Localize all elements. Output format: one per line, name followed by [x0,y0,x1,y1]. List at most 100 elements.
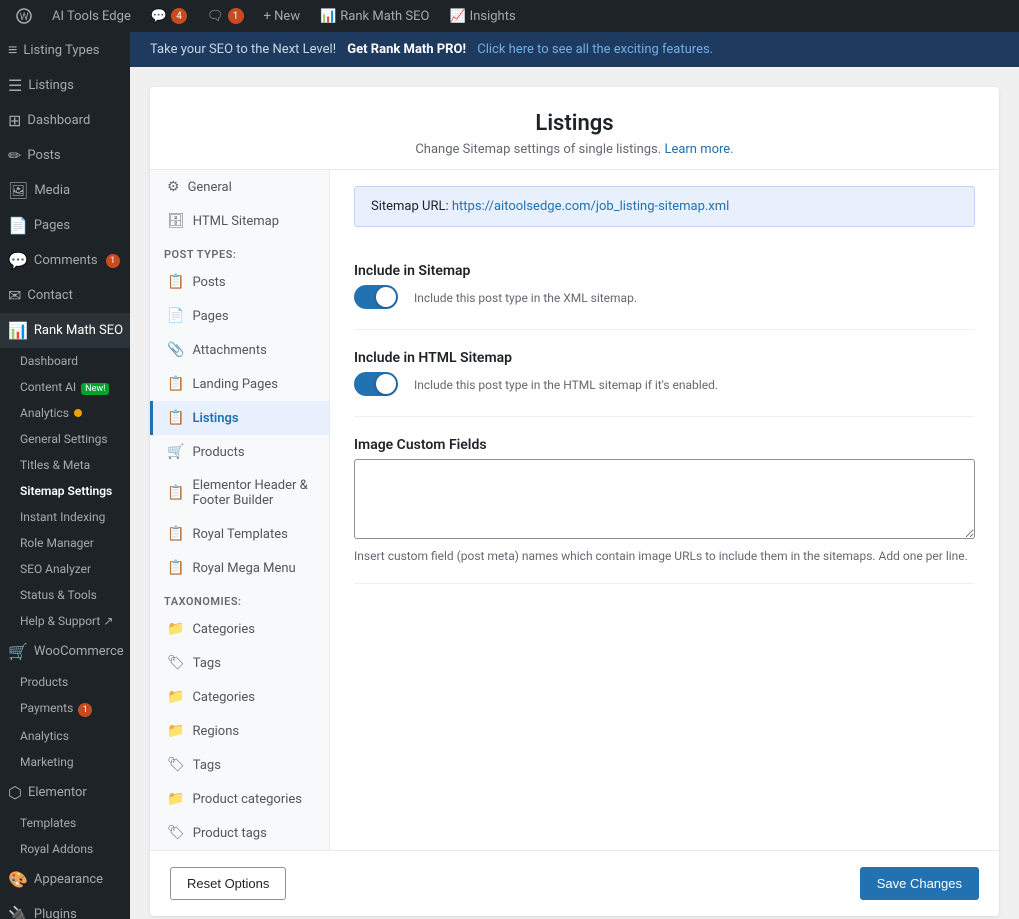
sidebar-item-rm-instant[interactable]: Instant Indexing [0,504,130,530]
sidebar-item-rm-content-ai[interactable]: Content AI New! [0,374,130,400]
product-categories-nav-icon: 📁 [167,791,184,807]
listings-nav-label: Listings [192,411,238,426]
sidebar-item-comments[interactable]: 💬 Comments 1 [0,243,130,278]
plugins-icon: 🔌 [8,905,28,919]
sidebar-item-rm-status[interactable]: Status & Tools [0,582,130,608]
card-nav-pages[interactable]: 📄 Pages [150,299,329,333]
tags-nav-label: Tags [193,656,221,671]
sidebar-item-rm-role[interactable]: Role Manager [0,530,130,556]
card-nav-product-categories[interactable]: 📁 Product categories [150,782,329,816]
sidebar-item-elementor[interactable]: ⬡ Elementor [0,775,130,810]
card-nav-posts[interactable]: 📋 Posts [150,265,329,299]
sidebar-item-el-royal[interactable]: Royal Addons [0,836,130,862]
sidebar-item-rm-analytics[interactable]: Analytics [0,400,130,426]
card-sidebar-nav: ⚙ General 🗄 HTML Sitemap Post Types: 📋 P… [150,170,330,850]
html-sitemap-nav-label: HTML Sitemap [193,214,279,229]
sidebar-label-pages: Pages [34,218,70,233]
comments-badge: 4 [171,8,187,24]
sidebar-item-rm-dashboard[interactable]: Dashboard [0,348,130,374]
card-nav-categories2[interactable]: 📁 Categories [150,680,329,714]
sidebar-item-wc-marketing[interactable]: Marketing [0,749,130,775]
card-nav-product-tags[interactable]: 🏷 Product tags [150,816,329,850]
sidebar-item-listing-types[interactable]: ≡ Listing Types [0,32,130,68]
sidebar-item-contact[interactable]: ✉ Contact [0,278,130,313]
sidebar-item-pages[interactable]: 📄 Pages [0,208,130,243]
comments-side-icon: 💬 [8,251,28,270]
admin-bar-wp-logo[interactable]: W [8,0,40,32]
admin-bar-messages[interactable]: 🗨 1 [199,0,252,32]
categories2-nav-label: Categories [192,690,255,705]
sidebar-item-rm-titles[interactable]: Titles & Meta [0,452,130,478]
card-nav-tags[interactable]: 🏷 Tags [150,646,329,680]
landing-pages-nav-icon: 📋 [167,376,184,392]
card-nav-tags2[interactable]: 🏷 Tags [150,748,329,782]
sidebar-item-rm-help[interactable]: Help & Support ↗ [0,608,130,634]
sidebar-label-dashboard: Dashboard [27,113,90,128]
save-button[interactable]: Save Changes [860,867,979,900]
royal-mega-menu-nav-icon: 📋 [167,560,184,576]
dashboard-icon: ⊞ [8,111,21,130]
image-custom-fields-row: Image Custom Fields Insert custom field … [354,417,975,584]
contact-icon: ✉ [8,286,21,305]
card-nav-html-sitemap[interactable]: 🗄 HTML Sitemap [150,204,329,238]
sidebar-item-dashboard[interactable]: ⊞ Dashboard [0,103,130,138]
include-in-sitemap-track[interactable] [354,285,398,309]
admin-bar: W AI Tools Edge 💬 4 🗨 1 + New 📊 Rank Mat… [0,0,1019,32]
sidebar-item-el-templates[interactable]: Templates [0,810,130,836]
reset-button[interactable]: Reset Options [170,867,286,900]
sidebar-item-plugins[interactable]: 🔌 Plugins [0,897,130,919]
tags2-nav-icon: 🏷 [167,757,185,773]
include-in-html-sitemap-toggle[interactable] [354,372,398,396]
card-nav-general[interactable]: ⚙ General [150,170,329,204]
sidebar-item-rm-sitemap[interactable]: Sitemap Settings [0,478,130,504]
sidebar-item-listings[interactable]: ☰ Listings [0,68,130,103]
page-title: Listings [170,111,979,136]
card-nav-royal-templates[interactable]: 📋 Royal Templates [150,517,329,551]
payments-badge: 1 [78,703,92,717]
attachments-nav-label: Attachments [192,343,266,358]
sidebar-item-woocommerce[interactable]: 🛒 WooCommerce [0,634,130,669]
include-in-sitemap-toggle[interactable] [354,285,398,309]
image-custom-fields-textarea[interactable] [354,459,975,539]
include-in-html-sitemap-track[interactable] [354,372,398,396]
card-nav-regions[interactable]: 📁 Regions [150,714,329,748]
sidebar-item-posts[interactable]: ✏ Posts [0,138,130,173]
sitemap-url-link[interactable]: https://aitoolsedge.com/job_listing-site… [452,199,729,214]
card-nav-landing-pages[interactable]: 📋 Landing Pages [150,367,329,401]
admin-bar-comments[interactable]: 💬 4 [143,0,195,32]
admin-bar-rankmath[interactable]: 📊 Rank Math SEO [312,0,437,32]
card-nav-elementor-builder[interactable]: 📋 Elementor Header & Footer Builder [150,469,329,517]
sidebar-item-rm-seo[interactable]: SEO Analyzer [0,556,130,582]
main-content: Take your SEO to the Next Level! Get Ran… [130,32,1019,919]
royal-mega-menu-nav-label: Royal Mega Menu [192,561,295,576]
card-nav-products[interactable]: 🛒 Products [150,435,329,469]
admin-bar-insights[interactable]: 📈 Insights [441,0,523,32]
regions-nav-label: Regions [192,724,239,739]
sidebar-item-wc-payments[interactable]: Payments 1 [0,695,130,723]
notice-bar: Take your SEO to the Next Level! Get Ran… [130,32,1019,67]
card-nav-listings[interactable]: 📋 Listings [150,401,329,435]
sidebar-item-rankmath[interactable]: 📊 Rank Math SEO [0,313,130,348]
admin-bar-new[interactable]: + New [256,0,309,32]
sidebar-label-rankmath: Rank Math SEO [34,323,123,338]
site-name: AI Tools Edge [52,9,131,24]
sidebar-item-rm-general[interactable]: General Settings [0,426,130,452]
analytics-badge [74,409,82,417]
card-nav-royal-mega-menu[interactable]: 📋 Royal Mega Menu [150,551,329,585]
notice-link[interactable]: Click here to see all the exciting featu… [477,42,713,57]
sidebar-item-media[interactable]: 🖼 Media [0,173,130,208]
messages-icon: 🗨 [207,9,224,24]
card-nav-attachments[interactable]: 📎 Attachments [150,333,329,367]
elementor-builder-nav-icon: 📋 [167,485,184,501]
sidebar-item-appearance[interactable]: 🎨 Appearance [0,862,130,897]
learn-more-link[interactable]: Learn more. [664,142,733,157]
sidebar-item-wc-analytics[interactable]: Analytics [0,723,130,749]
insights-bar-icon: 📈 [449,9,465,24]
product-categories-nav-label: Product categories [192,792,302,807]
regions-nav-icon: 📁 [167,723,184,739]
content-ai-badge: New! [81,383,109,395]
pages-icon: 📄 [8,216,28,235]
admin-bar-site[interactable]: AI Tools Edge [44,0,139,32]
sidebar-item-wc-products[interactable]: Products [0,669,130,695]
card-nav-categories[interactable]: 📁 Categories [150,612,329,646]
